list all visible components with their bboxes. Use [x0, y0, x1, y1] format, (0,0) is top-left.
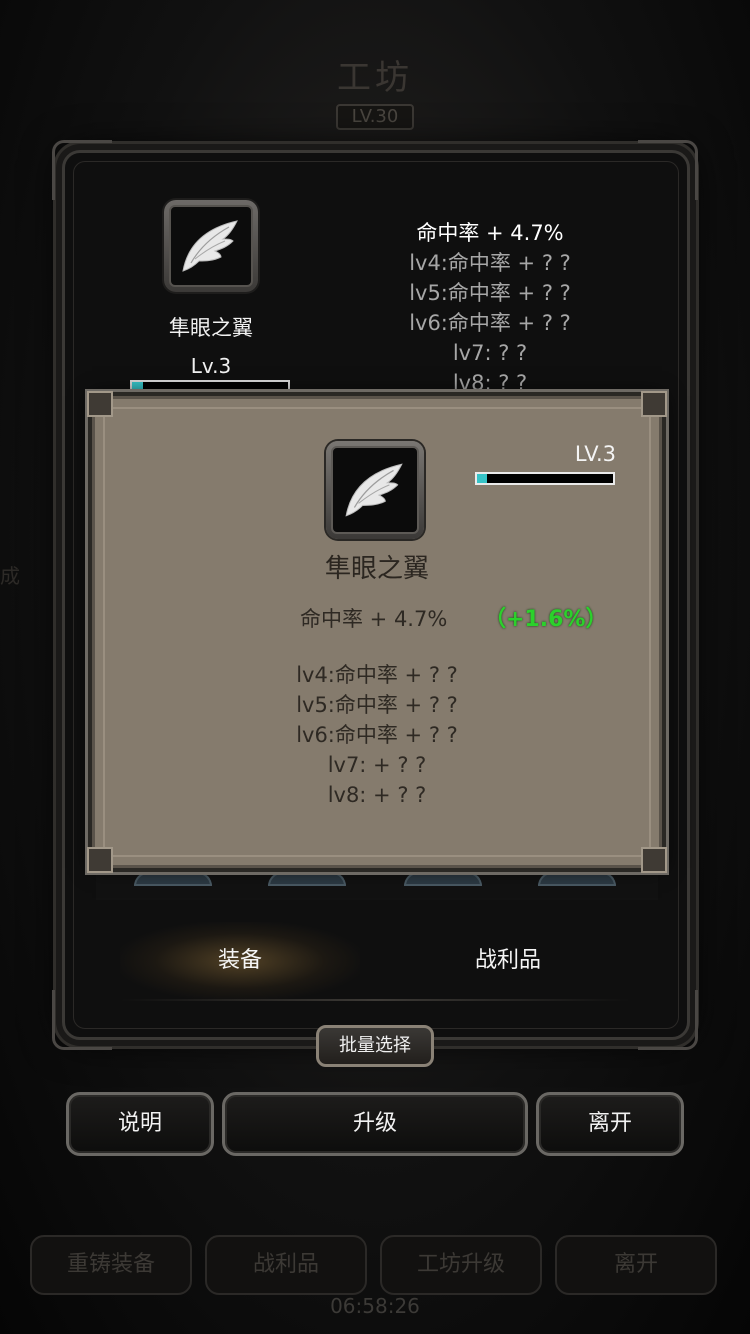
tooltip-progress-fill: [477, 474, 487, 483]
tooltip-level: LV.3: [574, 442, 616, 466]
upgrade-button[interactable]: 升级: [222, 1092, 528, 1156]
workshop-upgrade-button: 工坊升级: [380, 1235, 542, 1295]
tooltip-item-name: 隼眼之翼: [324, 554, 429, 584]
white-wing-icon: [182, 220, 238, 272]
white-wing-icon: [345, 463, 403, 517]
item-name: 隼眼之翼: [169, 316, 253, 340]
tab-divider: [120, 999, 630, 1001]
tooltip-progress-bar: [475, 472, 615, 485]
list-item[interactable]: [268, 872, 346, 886]
frame-ornament: [52, 140, 112, 200]
tooltip-stat-bonus: （+1.6%）: [484, 607, 608, 632]
tooltip-level-line: lv7: + ? ?: [327, 753, 427, 777]
info-button[interactable]: 说明: [66, 1092, 214, 1156]
leave-button[interactable]: 离开: [536, 1092, 684, 1156]
stat-line: lv6:命中率 + ? ?: [409, 311, 571, 335]
stat-line: lv4:命中率 + ? ?: [409, 251, 571, 275]
item-stats: 命中率 + 4.7% lv4:命中率 + ? ? lv5:命中率 + ? ? l…: [370, 218, 610, 398]
tooltip-level-line: lv5:命中率 + ? ?: [296, 693, 458, 717]
background-left-text: 成: [0, 564, 20, 588]
item-slot[interactable]: [164, 200, 258, 292]
tooltip-stat: 命中率 + 4.7%: [300, 607, 448, 631]
frame-ornament: [638, 140, 698, 200]
stat-line: lv5:命中率 + ? ?: [409, 281, 571, 305]
stat-line: lv7: ? ?: [452, 341, 528, 365]
tab-equipment[interactable]: 装备: [218, 942, 262, 974]
clock-readout: 06:58:26: [330, 1294, 420, 1318]
list-item[interactable]: [538, 872, 616, 886]
tab-loot[interactable]: 战利品: [475, 942, 541, 974]
recast-equipment-button: 重铸装备: [30, 1235, 192, 1295]
stat-main: 命中率 + 4.7%: [416, 221, 564, 245]
list-item[interactable]: [134, 872, 212, 886]
item-progress-bar: [130, 380, 290, 391]
frame-ornament: [52, 990, 112, 1050]
workshop-level-badge: LV.30: [336, 104, 414, 130]
item-level: Lv.3: [190, 354, 232, 378]
stat-line: lv8: ? ?: [452, 371, 528, 395]
list-item[interactable]: [404, 872, 482, 886]
tooltip-level-line: lv4:命中率 + ? ?: [296, 663, 458, 687]
loot-button: 战利品: [205, 1235, 367, 1295]
item-progress-fill: [132, 382, 143, 389]
background-leave-button: 离开: [555, 1235, 717, 1295]
workshop-title: 工坊: [337, 58, 413, 98]
frame-ornament: [638, 990, 698, 1050]
tooltip-level-line: lv8: + ? ?: [327, 783, 427, 807]
batch-select-button[interactable]: 批量选择: [316, 1025, 434, 1067]
tooltip-level-line: lv6:命中率 + ? ?: [296, 723, 458, 747]
tooltip-level-list: lv4:命中率 + ? ? lv5:命中率 + ? ? lv6:命中率 + ? …: [92, 660, 662, 810]
tooltip-item-icon: [326, 441, 424, 539]
